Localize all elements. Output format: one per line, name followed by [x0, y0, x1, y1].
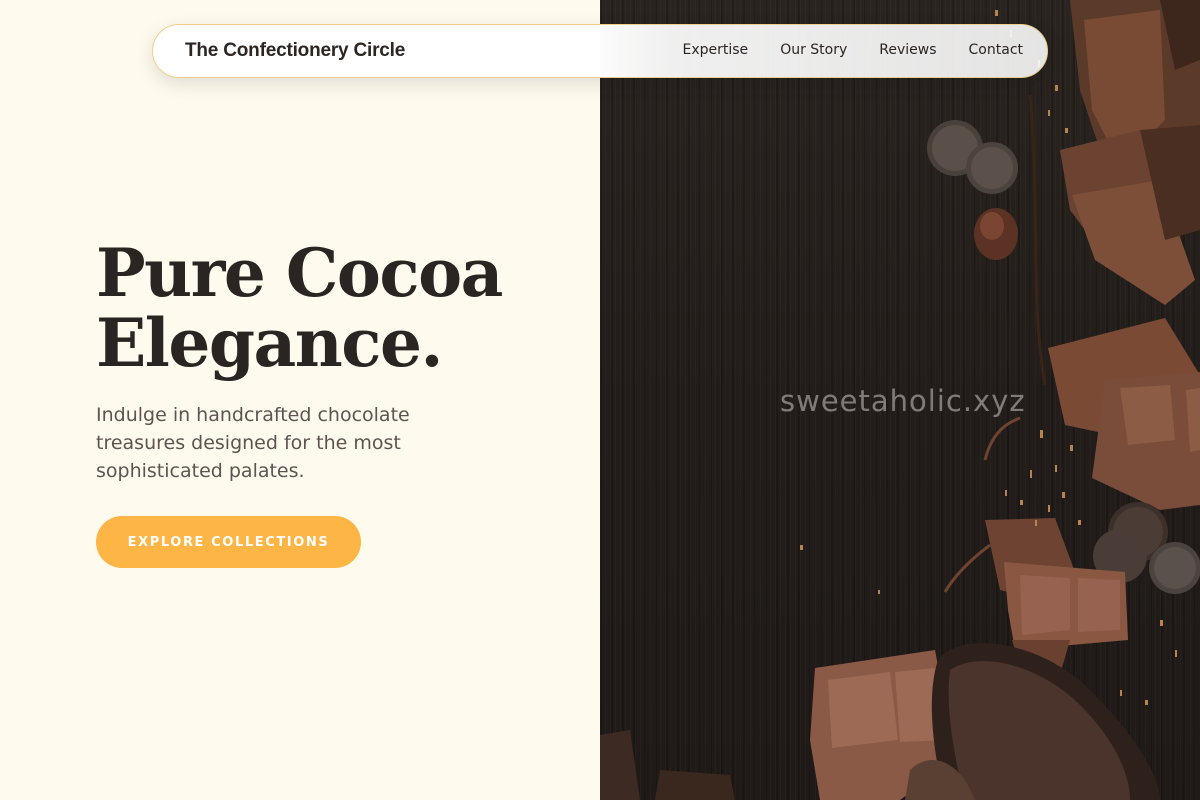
hero-left-panel: Pure Cocoa Elegance. Indulge in handcraf… [0, 0, 600, 800]
nav-link-our-story[interactable]: Our Story [780, 42, 847, 58]
explore-collections-button[interactable]: EXPLORE COLLECTIONS [96, 516, 361, 568]
hero-title-line-1: Pure Cocoa [96, 234, 503, 312]
nav-link-contact[interactable]: Contact [969, 42, 1023, 58]
chocolate-hero-image: sweetaholic.xyz [600, 0, 1200, 800]
brand-logo-text[interactable]: The Confectionery Circle [185, 40, 405, 62]
nav-links: Expertise Our Story Reviews Contact [651, 42, 1024, 58]
top-navbar: The Confectionery Circle Expertise Our S… [152, 24, 1048, 78]
hero-title-line-2: Elegance. [96, 304, 443, 382]
nav-link-expertise[interactable]: Expertise [683, 42, 749, 58]
nav-link-reviews[interactable]: Reviews [879, 42, 936, 58]
hero-subtitle: Indulge in handcrafted chocolate treasur… [96, 404, 410, 482]
hero-title: Pure Cocoa Elegance. [96, 234, 503, 382]
watermark-text: sweetaholic.xyz [780, 384, 1026, 418]
